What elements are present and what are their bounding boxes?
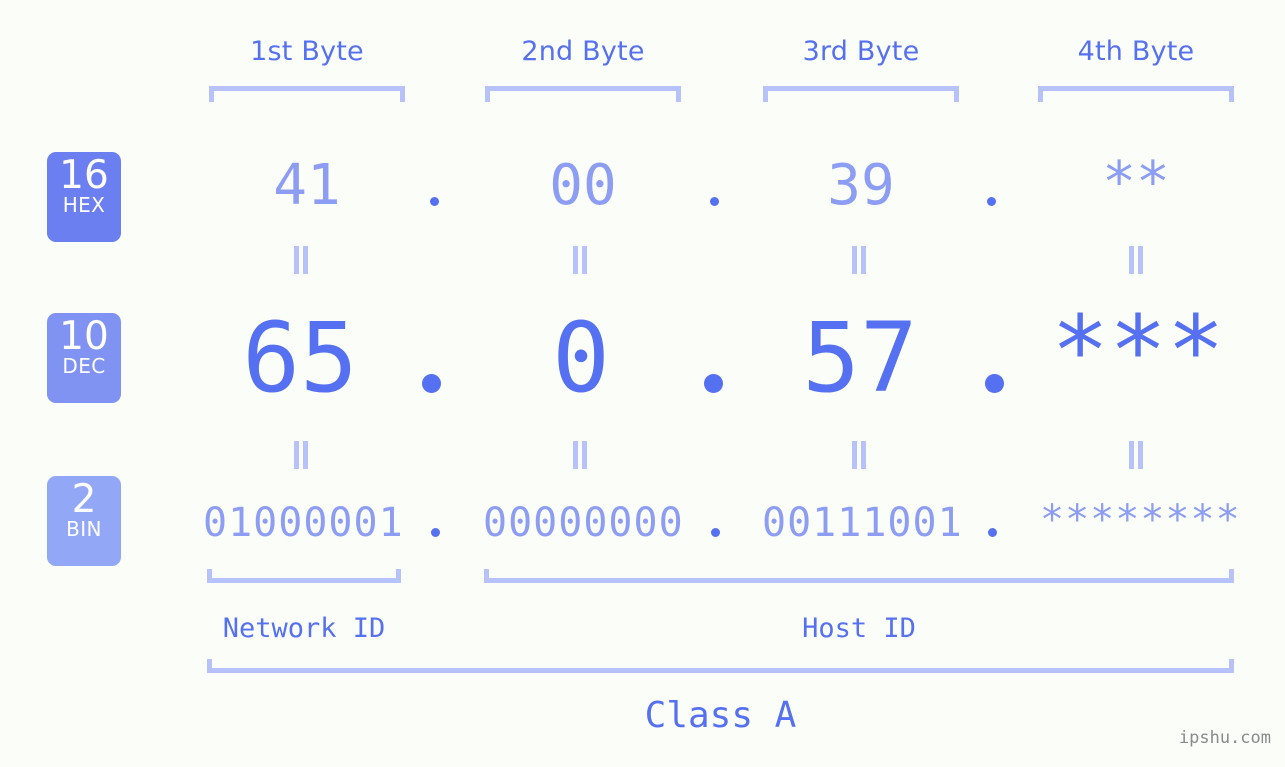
badge-hex-base: 16 [59,153,109,198]
network-id-label: Network ID [222,613,386,644]
dec-byte-4: *** [1051,295,1225,407]
badge-dec: 10 DEC [47,313,121,403]
equals-mark-hex-dec-3 [849,246,869,274]
byte-bracket-top-2 [485,86,681,102]
hex-separator-dot-3 [987,197,996,206]
equals-mark-dec-bin-4 [1126,441,1146,469]
hex-byte-4: ** [1102,150,1170,215]
badge-hex-name: HEX [62,192,106,217]
bin-byte-3: 00111001 [762,500,963,546]
dec-separator-dot-1 [422,374,441,393]
class-label: Class A [644,695,797,736]
bin-byte-2: 00000000 [483,500,684,546]
badge-bin-base: 2 [71,477,97,522]
equals-mark-hex-dec-2 [570,246,590,274]
badge-hex: 16 HEX [47,152,121,242]
byte-header-label-2: 2nd Byte [521,36,645,67]
equals-mark-hex-dec-4 [1126,246,1146,274]
dec-separator-dot-3 [985,374,1004,393]
bin-byte-1: 01000001 [203,500,404,546]
hex-separator-dot-2 [710,197,719,206]
hex-byte-2: 00 [549,153,617,218]
bin-separator-dot-3 [988,528,997,537]
badge-bin: 2 BIN [47,476,121,566]
hex-separator-dot-1 [430,197,439,206]
dec-byte-2: 0 [552,302,610,414]
equals-mark-dec-bin-3 [849,441,869,469]
host-id-bracket [484,569,1234,583]
host-id-label: Host ID [802,613,916,644]
byte-bracket-top-4 [1038,86,1234,102]
hex-byte-3: 39 [827,153,895,218]
ip-address-breakdown-diagram: 1st Byte 2nd Byte 3rd Byte 4th Byte 16 H… [0,0,1285,767]
equals-mark-dec-bin-1 [291,441,311,469]
byte-header-label-4: 4th Byte [1077,36,1195,67]
byte-bracket-top-1 [209,86,405,102]
hex-byte-1: 41 [273,153,341,218]
byte-header-label-3: 3rd Byte [802,36,920,67]
badge-bin-name: BIN [66,516,102,541]
byte-bracket-top-3 [763,86,959,102]
bin-separator-dot-1 [431,528,440,537]
byte-header-label-1: 1st Byte [250,36,364,67]
equals-mark-hex-dec-1 [291,246,311,274]
watermark: ipshu.com [1178,728,1271,748]
bin-byte-4: ******** [1040,497,1241,543]
bin-separator-dot-2 [711,528,720,537]
dec-byte-3: 57 [802,302,918,414]
badge-dec-name: DEC [62,353,106,378]
badge-dec-base: 10 [59,314,109,359]
equals-mark-dec-bin-2 [570,441,590,469]
dec-separator-dot-2 [704,374,723,393]
dec-byte-1: 65 [242,302,358,414]
class-bracket [207,659,1234,673]
network-id-bracket [207,569,401,583]
